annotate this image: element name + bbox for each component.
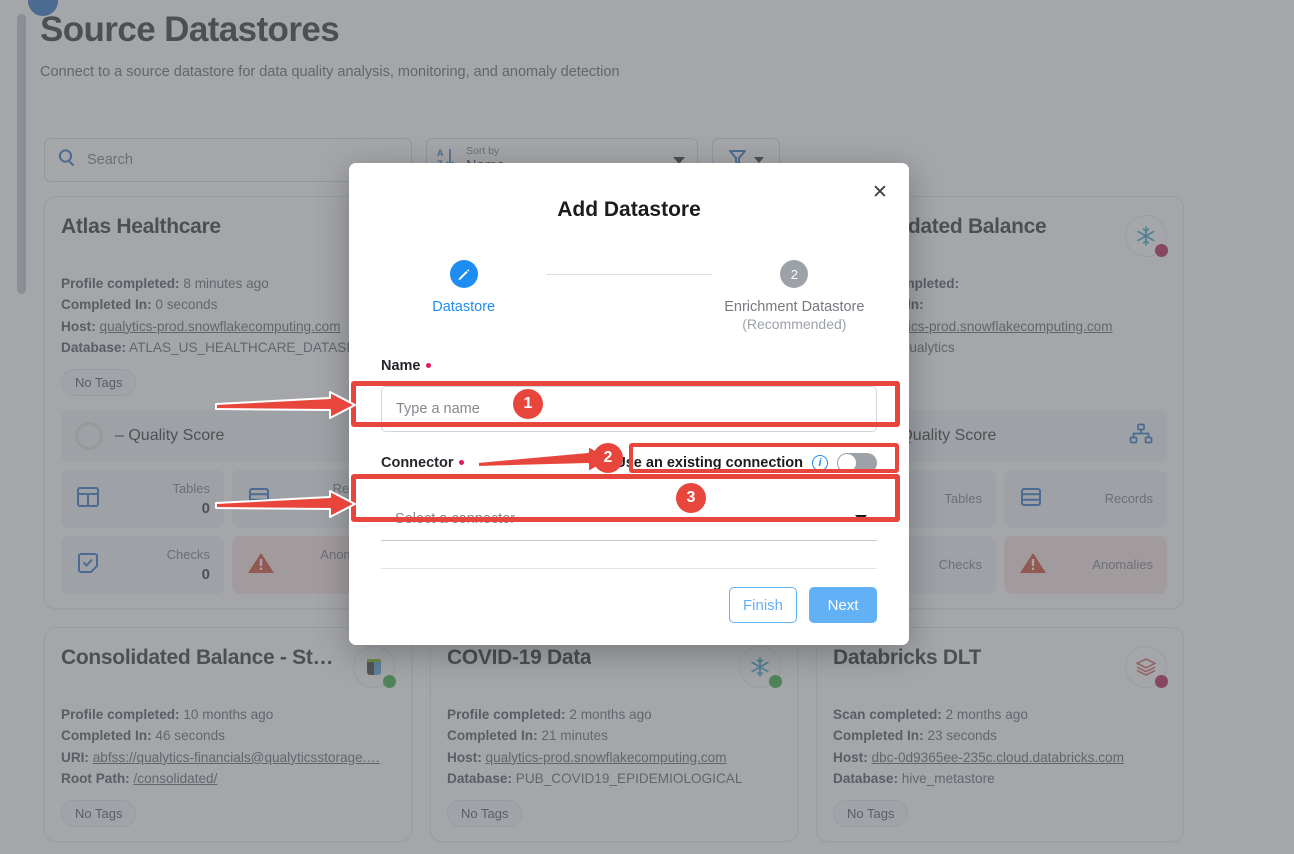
chevron-down-icon	[855, 515, 867, 522]
step-datastore-label: Datastore	[432, 299, 496, 315]
next-button[interactable]: Next	[809, 587, 877, 623]
add-datastore-modal: ✕ Add Datastore Datastore 2 Enrichment D…	[349, 163, 909, 645]
name-field-group: Name Type a name	[381, 358, 877, 432]
close-icon[interactable]: ✕	[867, 179, 893, 205]
modal-title: Add Datastore	[557, 198, 701, 221]
name-placeholder: Type a name	[396, 401, 480, 417]
connector-placeholder: Select a connector	[395, 510, 516, 527]
connector-select[interactable]: Select a connector	[381, 497, 877, 541]
step-2-number: 2	[780, 260, 809, 288]
switch-knob	[838, 454, 856, 472]
info-icon[interactable]: i	[812, 455, 828, 471]
connector-field-group: Select a connector	[381, 485, 877, 541]
required-indicator	[458, 460, 464, 465]
connector-label: Connector	[381, 455, 464, 471]
modal-divider	[381, 568, 877, 569]
existing-connection-switch[interactable]	[837, 453, 877, 473]
name-label-text: Name	[381, 358, 421, 374]
step-enrichment-label: Enrichment Datastore	[724, 299, 865, 315]
existing-connection-toggle-group[interactable]: Use an existing connection i	[615, 453, 877, 473]
step-enrichment-datastore[interactable]: 2 Enrichment Datastore (Recommended)	[712, 260, 877, 334]
page-scrollbar[interactable]	[17, 14, 26, 294]
wizard-stepper: Datastore 2 Enrichment Datastore (Recomm…	[381, 260, 877, 334]
existing-connection-label: Use an existing connection	[615, 455, 803, 471]
modal-actions: Finish Next	[729, 587, 877, 623]
step-enrichment-sublabel: (Recommended)	[742, 316, 847, 333]
screenshot-root: Source Datastores Connect to a source da…	[0, 0, 1294, 854]
connector-label-row: Connector Use an existing connection i	[381, 453, 877, 473]
stepper-divider	[546, 274, 712, 275]
finish-button[interactable]: Finish	[729, 587, 797, 623]
step-datastore[interactable]: Datastore	[381, 260, 546, 316]
name-label: Name	[381, 358, 877, 374]
required-indicator	[425, 363, 431, 368]
pencil-icon	[449, 260, 478, 288]
name-input[interactable]: Type a name	[381, 386, 877, 432]
connector-label-text: Connector	[381, 455, 454, 471]
